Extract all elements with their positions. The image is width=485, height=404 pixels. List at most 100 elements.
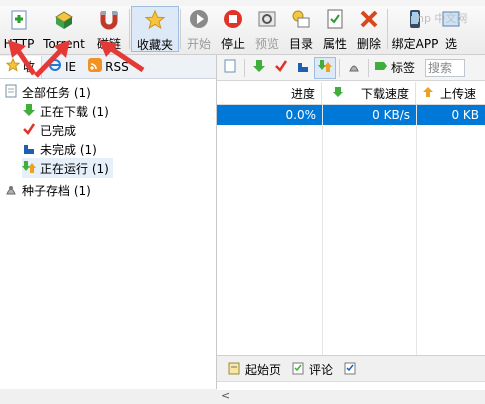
tab-home-label: 起始页 — [245, 362, 282, 377]
tab-more[interactable] — [343, 361, 357, 378]
tree-item-downloading[interactable]: 正在下载 (1) — [22, 101, 109, 121]
left-tab-bar: 收 IE RSS — [0, 55, 216, 79]
running-icon — [22, 160, 36, 177]
favorites-button[interactable]: 收藏夹 — [131, 6, 179, 52]
directory-label: 目录 — [288, 37, 313, 51]
check-icon — [274, 59, 288, 76]
properties-button[interactable]: 属性 — [318, 6, 352, 52]
filter-incomplete-button[interactable] — [292, 57, 314, 79]
bind-app-label: 绑定APP — [391, 37, 439, 51]
column-header-label: 下载速度 — [360, 86, 409, 101]
delete-icon — [357, 8, 381, 30]
torrent-label: Torrent — [43, 37, 85, 51]
properties-icon — [323, 8, 347, 30]
task-panel: 标签 搜索 进度 下载速度 上传速 0.0% 0 KB/s 0 KB < — [217, 55, 485, 404]
play-icon — [187, 8, 211, 30]
toolbar-separator — [339, 58, 340, 77]
tab-rss[interactable]: RSS — [82, 56, 135, 78]
star-icon — [143, 9, 167, 31]
column-divider — [322, 105, 323, 387]
progress-cell: 0.0% — [285, 108, 317, 122]
checklist-icon — [343, 361, 357, 378]
tab-rss-label: RSS — [105, 59, 129, 74]
start-label: 开始 — [186, 37, 211, 51]
tag-button[interactable]: 标签 — [372, 57, 417, 79]
column-divider — [416, 105, 417, 387]
download-arrow-icon — [22, 103, 36, 120]
tree-item-label: 正在下载 (1) — [40, 104, 109, 119]
torrent-icon — [52, 8, 76, 32]
tab-favorites-label: 收 — [23, 60, 36, 74]
tag-label: 标签 — [391, 61, 416, 75]
properties-label: 属性 — [322, 37, 347, 51]
magnet-label: 磁链 — [96, 37, 121, 51]
filter-running-button[interactable] — [314, 56, 336, 79]
directory-button[interactable]: 目录 — [284, 6, 318, 52]
new-file-icon — [223, 59, 237, 76]
tab-ie-label: IE — [65, 59, 77, 74]
filter-completed-button[interactable] — [270, 57, 292, 79]
folder-icon — [289, 8, 313, 30]
magnet-icon — [97, 8, 121, 30]
download-speed-cell: 0 KB/s — [372, 108, 410, 122]
tab-comment-label: 评论 — [309, 362, 334, 377]
incomplete-icon — [22, 141, 36, 158]
column-header-progress[interactable]: 进度 — [217, 82, 322, 104]
tree-item-completed[interactable]: 已完成 — [22, 120, 76, 140]
seed-archive-icon — [347, 59, 361, 76]
http-icon — [7, 8, 31, 32]
task-toolbar: 标签 搜索 — [217, 55, 485, 81]
column-header-upload-speed[interactable]: 上传速 — [416, 82, 485, 104]
preview-label: 预览 — [254, 37, 279, 51]
table-row[interactable]: 0.0% 0 KB/s 0 KB — [217, 105, 485, 125]
tab-favorites[interactable]: 收 — [0, 55, 43, 78]
preview-icon — [255, 8, 279, 30]
star-icon — [5, 57, 21, 75]
toolbar-separator — [244, 58, 245, 77]
start-button[interactable]: 开始 — [182, 6, 216, 52]
left-panel: 收 IE RSS 全部任务 (1) 正在下载 (1) 已完成 未完成 (1) 正… — [0, 55, 217, 389]
tab-ie[interactable]: IE — [42, 56, 82, 78]
tree-item-label: 正在运行 (1) — [40, 161, 109, 176]
seed-archive-icon — [4, 182, 18, 199]
tree-item-seed-archive[interactable]: 种子存档 (1) — [4, 180, 91, 200]
toolbar-separator — [368, 58, 369, 77]
stop-button[interactable]: 停止 — [216, 6, 250, 52]
magnet-button[interactable]: 磁链 — [90, 6, 128, 52]
delete-label: 删除 — [356, 37, 381, 51]
http-label: HTTP — [3, 37, 35, 51]
new-task-button[interactable] — [219, 57, 241, 79]
stop-label: 停止 — [220, 37, 245, 51]
tree-item-running[interactable]: 正在运行 (1) — [22, 158, 113, 178]
column-header-label: 上传速 — [440, 86, 477, 101]
grid-header: 进度 下载速度 上传速 — [217, 82, 485, 105]
rss-icon — [88, 58, 103, 75]
bottom-tab-bar: 起始页 评论 — [217, 355, 485, 382]
toolbar-separator — [387, 9, 388, 49]
filter-seed-button[interactable] — [343, 57, 365, 79]
watermark: php 中文网 — [410, 12, 468, 25]
filter-downloading-button[interactable] — [248, 57, 270, 79]
tree-item-label: 未完成 (1) — [40, 142, 97, 157]
all-tasks-icon — [4, 84, 18, 101]
tab-home[interactable]: 起始页 — [227, 361, 281, 378]
http-button[interactable]: HTTP — [0, 6, 38, 52]
download-arrow-icon — [252, 59, 266, 76]
torrent-button[interactable]: Torrent — [38, 6, 90, 52]
ie-icon — [48, 58, 62, 75]
incomplete-icon — [296, 59, 310, 76]
search-input[interactable]: 搜索 — [425, 58, 466, 77]
favorites-label: 收藏夹 — [136, 38, 173, 52]
scroll-left-icon[interactable]: < — [221, 389, 230, 402]
tree-item-label: 种子存档 (1) — [22, 183, 91, 198]
tree-item-incomplete[interactable]: 未完成 (1) — [22, 139, 97, 159]
delete-button[interactable]: 删除 — [352, 6, 386, 52]
stop-icon — [221, 8, 245, 30]
check-icon — [22, 122, 36, 139]
tab-comment[interactable]: 评论 — [291, 361, 333, 378]
column-header-download-speed[interactable]: 下载速度 — [322, 82, 416, 104]
tree-item-all-tasks[interactable]: 全部任务 (1) — [4, 82, 91, 102]
upload-speed-cell: 0 KB — [451, 108, 479, 122]
toolbar-separator — [180, 9, 181, 49]
preview-button[interactable]: 预览 — [250, 6, 284, 52]
